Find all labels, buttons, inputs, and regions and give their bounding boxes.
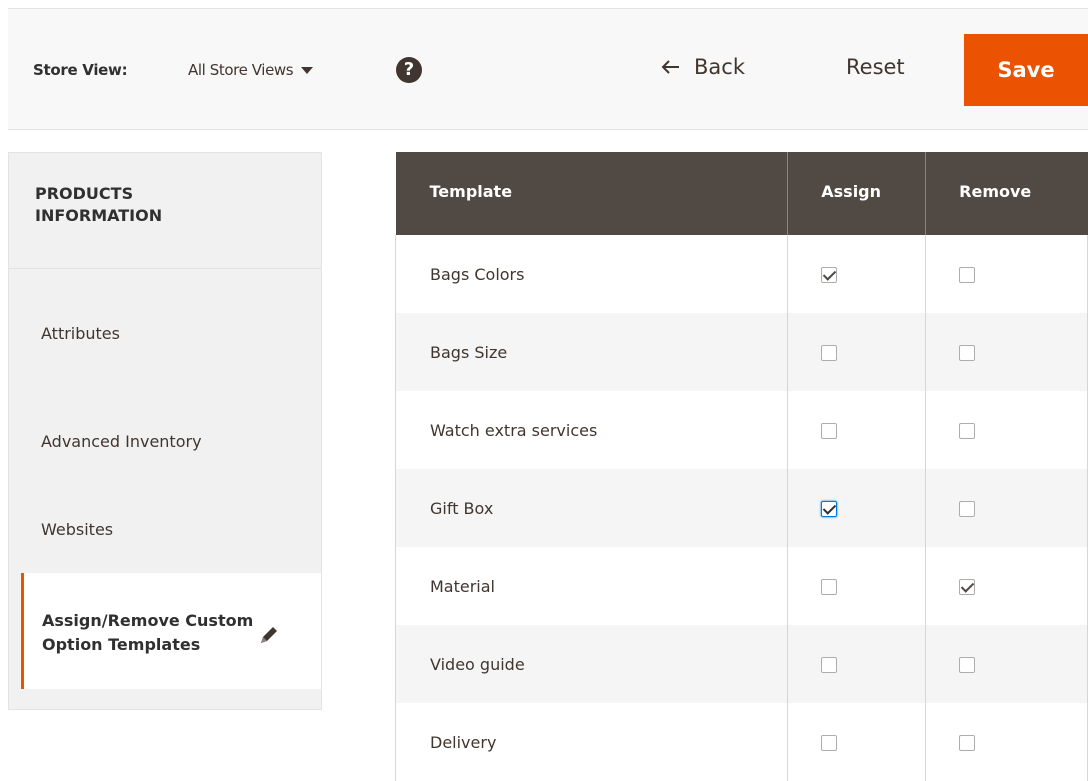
store-view-label: Store View: (33, 61, 128, 79)
column-header-assign: Assign (787, 152, 927, 235)
sidebar-footer (9, 689, 321, 709)
remove-cell (925, 547, 1088, 625)
table-row: Delivery (394, 703, 1088, 781)
template-name: Watch extra services (394, 391, 789, 469)
sidebar-item-label: Attributes (41, 323, 120, 343)
page-actions-bar: Store View: All Store Views ? Back Reset… (8, 8, 1088, 130)
assign-cell (787, 469, 927, 547)
remove-cell (925, 625, 1088, 703)
column-header-template: Template (395, 152, 789, 235)
template-name: Material (394, 547, 789, 625)
remove-checkbox[interactable] (959, 501, 976, 517)
assign-checkbox[interactable] (821, 657, 838, 673)
assign-checkbox[interactable] (821, 267, 838, 283)
reset-button[interactable]: Reset (846, 55, 905, 79)
remove-checkbox[interactable] (959, 735, 976, 751)
table-row: Video guide (394, 625, 1088, 703)
table-row: Bags Colors (394, 235, 1088, 313)
assign-cell (787, 547, 927, 625)
remove-checkbox[interactable] (959, 423, 976, 439)
templates-table: Template Assign Remove Bags Colors Bags S… (394, 152, 1088, 781)
remove-cell (925, 235, 1088, 313)
table-header-row: Template Assign Remove (395, 152, 1088, 235)
assign-cell (787, 703, 927, 781)
assign-checkbox[interactable] (821, 579, 838, 595)
template-name: Gift Box (394, 469, 789, 547)
template-name: Bags Size (394, 313, 789, 391)
remove-cell (925, 313, 1088, 391)
table-row: Bags Size (394, 313, 1088, 391)
template-name: Bags Colors (394, 235, 789, 313)
save-button[interactable]: Save (964, 34, 1088, 106)
assign-checkbox[interactable] (821, 423, 838, 439)
assign-cell (787, 235, 927, 313)
remove-cell (925, 391, 1088, 469)
assign-cell (787, 625, 927, 703)
remove-checkbox[interactable] (959, 657, 976, 673)
sidebar-title-text: PRODUCTS INFORMATION (35, 184, 163, 225)
table-row: Gift Box (394, 469, 1088, 547)
sidebar-item-websites[interactable]: Websites (9, 485, 321, 573)
back-button[interactable]: Back (660, 55, 745, 79)
sidebar-title: PRODUCTS INFORMATION (9, 153, 321, 269)
sidebar-item-label: Websites (41, 519, 114, 539)
remove-cell (925, 469, 1088, 547)
template-name: Delivery (394, 703, 789, 781)
assign-checkbox[interactable] (821, 501, 838, 517)
sidebar-item-label: Advanced Inventory (41, 431, 202, 451)
assign-cell (787, 391, 927, 469)
store-view-switcher[interactable]: All Store Views (188, 61, 314, 79)
arrow-left-icon (661, 60, 679, 74)
question-circle-icon[interactable]: ? (396, 57, 422, 83)
remove-checkbox[interactable] (959, 267, 976, 283)
sidebar-item-advanced-inventory[interactable]: Advanced Inventory (9, 397, 321, 485)
remove-checkbox[interactable] (959, 345, 976, 361)
template-name: Video guide (394, 625, 789, 703)
pencil-icon[interactable] (258, 624, 280, 646)
column-header-remove: Remove (925, 152, 1088, 235)
assign-checkbox[interactable] (821, 735, 838, 751)
sidebar-item-attributes[interactable]: Attributes (9, 269, 321, 397)
back-label: Back (694, 55, 745, 79)
remove-cell (925, 703, 1088, 781)
store-view-value: All Store Views (188, 61, 294, 79)
remove-checkbox[interactable] (959, 579, 976, 595)
assign-cell (787, 313, 927, 391)
caret-down-icon (301, 67, 314, 74)
table-row: Material (394, 547, 1088, 625)
assign-checkbox[interactable] (821, 345, 838, 361)
table-row: Watch extra services (394, 391, 1088, 469)
